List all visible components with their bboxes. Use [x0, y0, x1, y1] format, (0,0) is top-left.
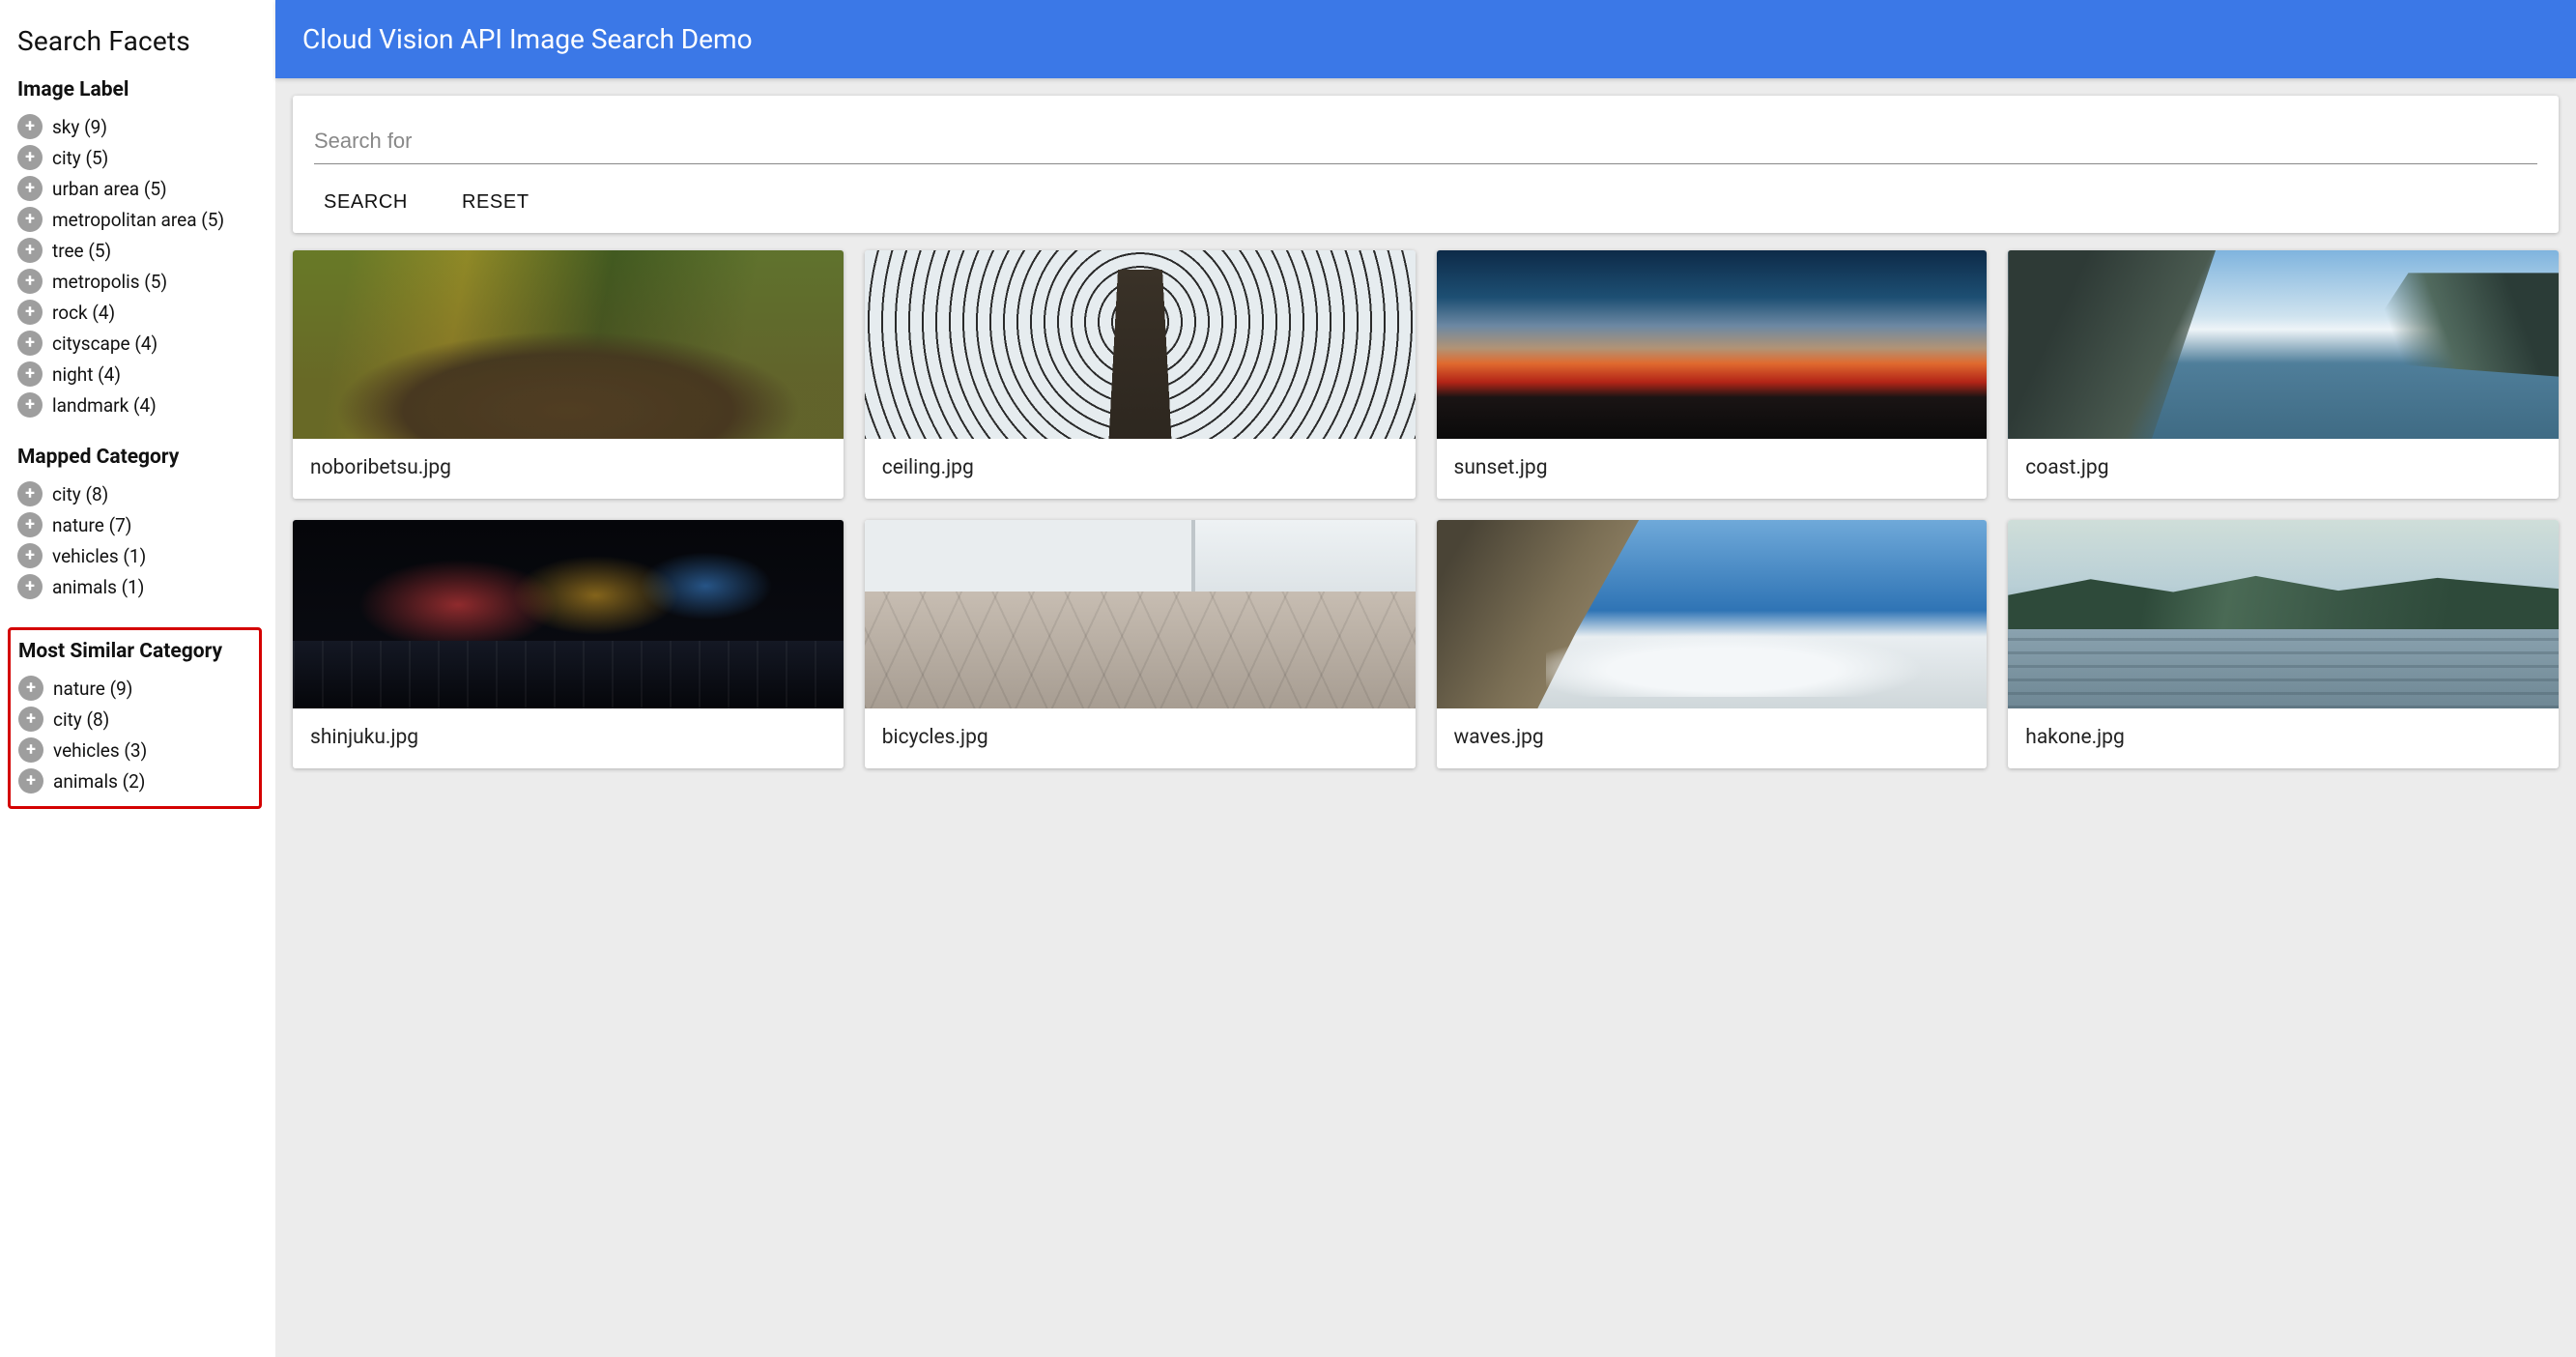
facet-item[interactable]: + animals (1)	[17, 571, 258, 602]
facet-item-label: vehicles (1)	[52, 545, 146, 567]
plus-icon[interactable]: +	[18, 676, 43, 701]
main-panel: Cloud Vision API Image Search Demo SEARC…	[275, 0, 2576, 1357]
result-card[interactable]: shinjuku.jpg	[293, 520, 844, 768]
result-thumbnail[interactable]	[865, 520, 1416, 708]
facet-item-label: night (4)	[52, 363, 121, 386]
facet-group-title: Most Similar Category	[18, 640, 251, 663]
facet-item-label: landmark (4)	[52, 394, 157, 417]
facet-item[interactable]: + animals (2)	[18, 765, 251, 796]
result-filename: ceiling.jpg	[865, 439, 1416, 499]
plus-icon[interactable]: +	[17, 176, 43, 201]
facet-item[interactable]: + vehicles (1)	[17, 540, 258, 571]
search-card: SEARCH RESET	[293, 96, 2559, 233]
facet-item-label: tree (5)	[52, 240, 111, 262]
facet-item[interactable]: + metropolis (5)	[17, 266, 258, 297]
facet-item[interactable]: + city (8)	[17, 478, 258, 509]
facet-item-label: vehicles (3)	[53, 739, 147, 762]
results-grid: noboribetsu.jpg ceiling.jpg sunset.jpg coas…	[275, 250, 2576, 786]
facet-item-label: city (8)	[53, 708, 109, 731]
facet-item[interactable]: + city (8)	[18, 704, 251, 735]
result-thumbnail[interactable]	[1437, 520, 1988, 708]
facet-item-label: nature (7)	[52, 514, 131, 536]
facets-sidebar: Search Facets Image Label + sky (9) + city (…	[0, 0, 275, 1357]
plus-icon[interactable]: +	[17, 361, 43, 387]
facet-item[interactable]: + city (5)	[17, 142, 258, 173]
plus-icon[interactable]: +	[17, 392, 43, 418]
search-actions: SEARCH RESET	[314, 164, 2537, 219]
result-filename: shinjuku.jpg	[293, 708, 844, 768]
search-button[interactable]: SEARCH	[314, 186, 417, 219]
plus-icon[interactable]: +	[17, 238, 43, 263]
facet-group: Image Label + sky (9) + city (5) + urban area …	[17, 78, 258, 420]
app-title: Cloud Vision API Image Search Demo	[302, 23, 753, 55]
plus-icon[interactable]: +	[17, 207, 43, 232]
facet-item[interactable]: + tree (5)	[17, 235, 258, 266]
plus-icon[interactable]: +	[17, 543, 43, 568]
facet-item-label: cityscape (4)	[52, 332, 157, 355]
facet-item[interactable]: + rock (4)	[17, 297, 258, 328]
facet-item[interactable]: + nature (7)	[17, 509, 258, 540]
result-thumbnail[interactable]	[293, 520, 844, 708]
result-thumbnail[interactable]	[2008, 250, 2559, 439]
plus-icon[interactable]: +	[17, 114, 43, 139]
result-card[interactable]: hakone.jpg	[2008, 520, 2559, 768]
result-filename: hakone.jpg	[2008, 708, 2559, 768]
sidebar-title: Search Facets	[17, 25, 258, 57]
facet-item[interactable]: + vehicles (3)	[18, 735, 251, 765]
result-card[interactable]: noboribetsu.jpg	[293, 250, 844, 499]
facet-item-label: animals (2)	[53, 770, 145, 793]
facet-group: Most Similar Category + nature (9) + city (8…	[8, 627, 262, 809]
result-filename: bicycles.jpg	[865, 708, 1416, 768]
result-card[interactable]: waves.jpg	[1437, 520, 1988, 768]
facet-item-label: rock (4)	[52, 302, 115, 324]
result-filename: coast.jpg	[2008, 439, 2559, 499]
facet-item-label: city (5)	[52, 147, 108, 169]
facet-item[interactable]: + night (4)	[17, 359, 258, 390]
facet-item-label: city (8)	[52, 483, 108, 505]
facet-group-title: Mapped Category	[17, 446, 258, 469]
plus-icon[interactable]: +	[17, 269, 43, 294]
facet-item-label: urban area (5)	[52, 178, 167, 200]
result-thumbnail[interactable]	[1437, 250, 1988, 439]
result-card[interactable]: bicycles.jpg	[865, 520, 1416, 768]
plus-icon[interactable]: +	[18, 768, 43, 794]
plus-icon[interactable]: +	[17, 481, 43, 506]
search-input[interactable]	[314, 123, 2537, 164]
plus-icon[interactable]: +	[17, 331, 43, 356]
facet-item-label: animals (1)	[52, 576, 144, 598]
result-filename: sunset.jpg	[1437, 439, 1988, 499]
plus-icon[interactable]: +	[17, 574, 43, 599]
result-card[interactable]: sunset.jpg	[1437, 250, 1988, 499]
result-filename: noboribetsu.jpg	[293, 439, 844, 499]
result-thumbnail[interactable]	[293, 250, 844, 439]
plus-icon[interactable]: +	[17, 145, 43, 170]
result-card[interactable]: coast.jpg	[2008, 250, 2559, 499]
plus-icon[interactable]: +	[17, 300, 43, 325]
facet-item[interactable]: + nature (9)	[18, 673, 251, 704]
facet-group-title: Image Label	[17, 78, 258, 101]
facet-item[interactable]: + landmark (4)	[17, 390, 258, 420]
facet-item-label: metropolitan area (5)	[52, 209, 224, 231]
facet-item-label: metropolis (5)	[52, 271, 167, 293]
result-thumbnail[interactable]	[865, 250, 1416, 439]
facet-item[interactable]: + sky (9)	[17, 111, 258, 142]
facet-item[interactable]: + metropolitan area (5)	[17, 204, 258, 235]
facet-group: Mapped Category + city (8) + nature (7) + vehi…	[17, 446, 258, 602]
app-header: Cloud Vision API Image Search Demo	[275, 0, 2576, 78]
facet-item[interactable]: + urban area (5)	[17, 173, 258, 204]
result-card[interactable]: ceiling.jpg	[865, 250, 1416, 499]
plus-icon[interactable]: +	[18, 707, 43, 732]
facet-item-label: nature (9)	[53, 678, 132, 700]
result-thumbnail[interactable]	[2008, 520, 2559, 708]
facet-item[interactable]: + cityscape (4)	[17, 328, 258, 359]
plus-icon[interactable]: +	[17, 512, 43, 537]
facet-item-label: sky (9)	[52, 116, 107, 138]
reset-button[interactable]: RESET	[452, 186, 539, 219]
plus-icon[interactable]: +	[18, 737, 43, 763]
app-root: Search Facets Image Label + sky (9) + city (…	[0, 0, 2576, 1357]
result-filename: waves.jpg	[1437, 708, 1988, 768]
